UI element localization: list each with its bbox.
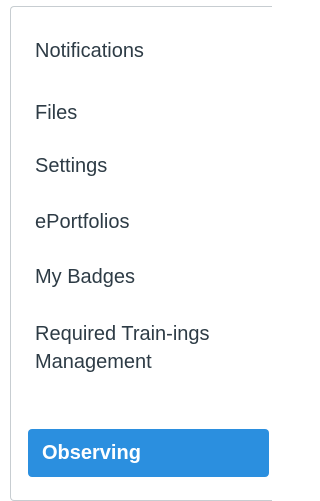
- nav-item-observing-active[interactable]: Observing: [28, 429, 269, 477]
- nav-item-eportfolios[interactable]: ePortfolios: [35, 208, 130, 236]
- account-navigation-menu: Notifications Files Settings ePortfolios…: [10, 6, 272, 501]
- nav-item-files[interactable]: Files: [35, 99, 77, 127]
- nav-item-required-trainings-management[interactable]: Required Train-ings Management: [35, 320, 225, 376]
- nav-item-notifications[interactable]: Notifications: [35, 37, 144, 65]
- nav-item-my-badges[interactable]: My Badges: [35, 263, 135, 291]
- nav-item-settings[interactable]: Settings: [35, 152, 107, 180]
